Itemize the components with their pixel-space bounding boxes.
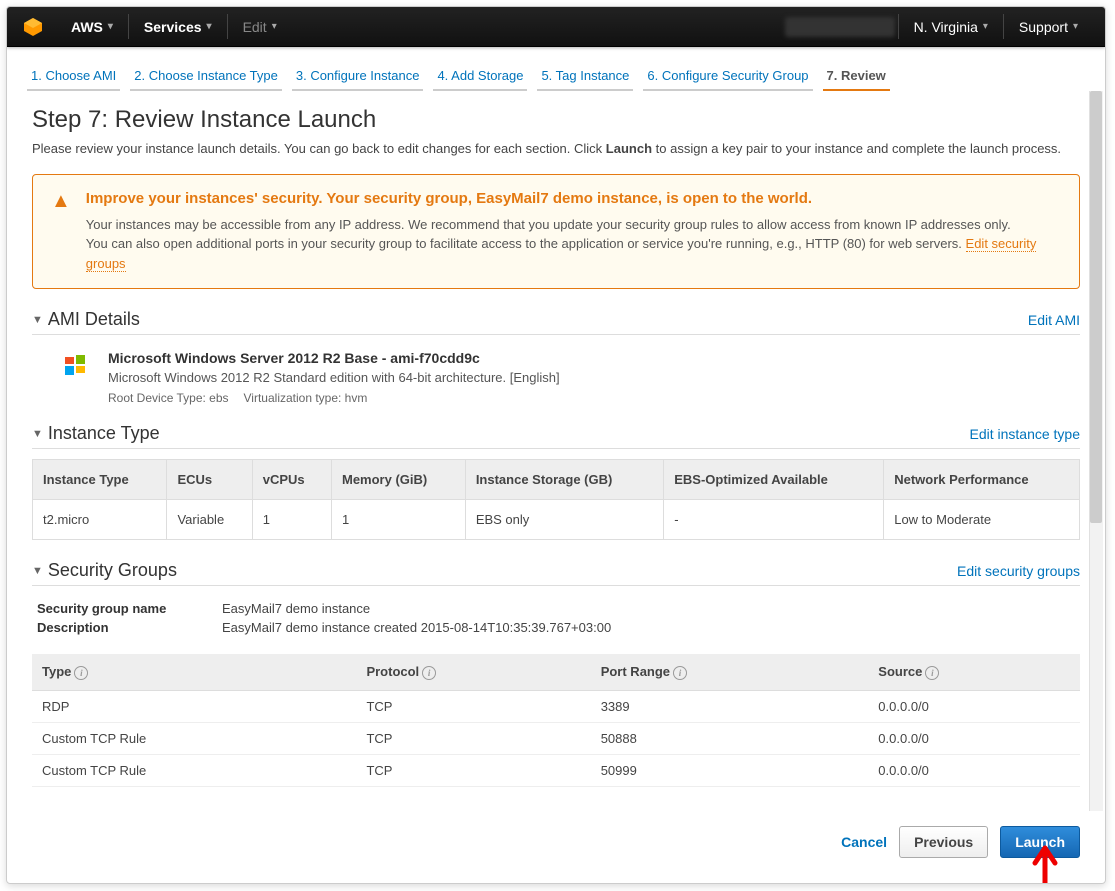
wizard-step-3[interactable]: 3. Configure Instance (292, 62, 424, 91)
chevron-down-icon: ▾ (983, 21, 988, 32)
info-icon[interactable]: i (673, 666, 687, 680)
page-title: Step 7: Review Instance Launch (32, 106, 1080, 134)
th-source: Sourcei (868, 654, 1080, 691)
nav-aws[interactable]: AWS▾ (59, 19, 125, 35)
edit-instance-type-link[interactable]: Edit instance type (969, 426, 1080, 442)
ami-name: Microsoft Windows Server 2012 R2 Base - … (108, 350, 560, 366)
nav-services[interactable]: Services▾ (132, 19, 224, 35)
aws-logo-icon[interactable] (22, 16, 44, 38)
collapse-arrow-icon: ▼ (32, 314, 43, 326)
wizard-step-5[interactable]: 5. Tag Instance (537, 62, 633, 91)
security-warning-alert: ▲ Improve your instances' security. Your… (32, 174, 1080, 290)
ami-section-header[interactable]: ▼AMI Details (32, 309, 140, 330)
nav-edit[interactable]: Edit▾ (231, 19, 289, 35)
info-icon[interactable]: i (74, 666, 88, 680)
collapse-arrow-icon: ▼ (32, 428, 43, 440)
sg-name-value: EasyMail7 demo instance (222, 601, 370, 616)
alert-title: Improve your instances' security. Your s… (86, 190, 1061, 207)
th-storage: Instance Storage (GB) (465, 460, 663, 500)
sg-name-label: Security group name (37, 601, 222, 616)
footer-actions: Cancel Previous Launch (7, 811, 1105, 873)
th-network: Network Performance (884, 460, 1080, 500)
th-ecus: ECUs (167, 460, 252, 500)
chevron-down-icon: ▾ (207, 21, 212, 32)
wizard-step-1[interactable]: 1. Choose AMI (27, 62, 120, 91)
nav-support[interactable]: Support▾ (1007, 19, 1090, 35)
ami-description: Microsoft Windows 2012 R2 Standard editi… (108, 370, 560, 385)
page-description: Please review your instance launch detai… (32, 139, 1080, 159)
th-vcpus: vCPUs (252, 460, 331, 500)
scrollbar-thumb[interactable] (1090, 91, 1102, 523)
alert-line2: You can also open additional ports in yo… (86, 236, 966, 251)
cancel-button[interactable]: Cancel (841, 834, 887, 850)
nav-region[interactable]: N. Virginia▾ (902, 19, 1000, 35)
sg-desc-value: EasyMail7 demo instance created 2015-08-… (222, 620, 611, 635)
ami-root-device: Root Device Type: ebs (108, 391, 229, 405)
th-port-range: Port Rangei (591, 654, 869, 691)
security-groups-section-header[interactable]: ▼Security Groups (32, 560, 177, 581)
scrollbar-track[interactable] (1089, 91, 1103, 811)
instance-type-section-header[interactable]: ▼Instance Type (32, 423, 160, 444)
table-row: RDPTCP33890.0.0.0/0 (32, 691, 1080, 723)
account-name-redacted (785, 17, 895, 37)
windows-icon (60, 350, 90, 380)
th-instance-type: Instance Type (33, 460, 167, 500)
divider (1003, 14, 1004, 39)
warning-icon: ▲ (51, 190, 71, 274)
chevron-down-icon: ▾ (1073, 21, 1078, 32)
wizard-step-4[interactable]: 4. Add Storage (433, 62, 527, 91)
info-icon[interactable]: i (925, 666, 939, 680)
table-row: Custom TCP RuleTCP509990.0.0.0/0 (32, 755, 1080, 787)
divider (128, 14, 129, 39)
table-row: Custom TCP RuleTCP508880.0.0.0/0 (32, 723, 1080, 755)
wizard-step-6[interactable]: 6. Configure Security Group (643, 62, 812, 91)
wizard-step-2[interactable]: 2. Choose Instance Type (130, 62, 282, 91)
edit-ami-link[interactable]: Edit AMI (1028, 312, 1080, 328)
top-navbar: AWS▾ Services▾ Edit▾ N. Virginia▾ Suppor… (7, 7, 1105, 47)
security-rules-table: Typei Protocoli Port Rangei Sourcei RDPT… (32, 654, 1080, 787)
th-memory: Memory (GiB) (332, 460, 466, 500)
main-content: Step 7: Review Instance Launch Please re… (7, 91, 1105, 811)
divider (898, 14, 899, 39)
table-row: t2.microVariable11EBS only-Low to Modera… (33, 500, 1080, 540)
instance-type-table: Instance Type ECUs vCPUs Memory (GiB) In… (32, 459, 1080, 540)
wizard-steps: 1. Choose AMI 2. Choose Instance Type 3.… (7, 47, 1105, 91)
th-type: Typei (32, 654, 356, 691)
alert-line1: Your instances may be accessible from an… (86, 217, 1011, 232)
collapse-arrow-icon: ▼ (32, 565, 43, 577)
divider (227, 14, 228, 39)
edit-security-groups-link[interactable]: Edit security groups (957, 563, 1080, 579)
info-icon[interactable]: i (422, 666, 436, 680)
chevron-down-icon: ▾ (108, 21, 113, 32)
launch-button[interactable]: Launch (1000, 826, 1080, 858)
wizard-step-7[interactable]: 7. Review (823, 62, 890, 91)
ami-virtualization: Virtualization type: hvm (244, 391, 368, 405)
sg-desc-label: Description (37, 620, 222, 635)
th-ebs-optimized: EBS-Optimized Available (664, 460, 884, 500)
previous-button[interactable]: Previous (899, 826, 988, 858)
chevron-down-icon: ▾ (272, 21, 277, 32)
th-protocol: Protocoli (356, 654, 590, 691)
